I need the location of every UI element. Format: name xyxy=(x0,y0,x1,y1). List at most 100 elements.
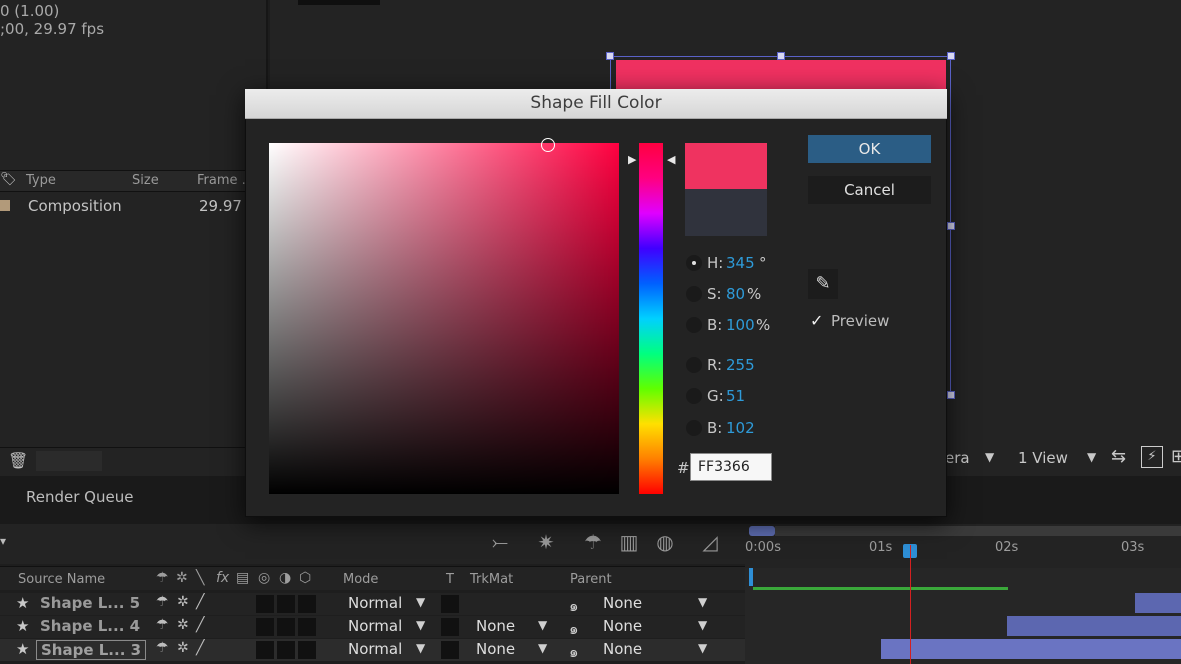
parent-dropdown[interactable]: None xyxy=(603,594,642,612)
shy-icon[interactable]: ☂ xyxy=(156,617,169,633)
layer-mode-dropdown[interactable]: Normal xyxy=(348,617,402,635)
collapse-switch-icon[interactable]: ✲ xyxy=(176,570,188,586)
layer-track-area[interactable] xyxy=(745,568,1181,664)
hue-slider-arrow-right-icon[interactable]: ▶ xyxy=(628,153,636,166)
transform-handle[interactable] xyxy=(947,52,955,60)
grid-icon[interactable]: ⊞ xyxy=(1171,446,1181,467)
preserve-transparency-toggle[interactable] xyxy=(441,595,459,613)
draft-3d-icon[interactable]: ✷ xyxy=(533,529,559,555)
switch-cell[interactable] xyxy=(277,595,295,613)
column-trkmat[interactable]: TrkMat xyxy=(470,572,513,587)
switch-cell[interactable] xyxy=(298,595,316,613)
composition-flowchart-icon[interactable]: ⤚ xyxy=(487,529,513,555)
hue-value[interactable]: 345 xyxy=(726,254,755,272)
collapse-icon[interactable]: ✲ xyxy=(177,594,189,610)
quality-icon[interactable]: ╱ xyxy=(196,594,204,610)
transform-handle[interactable] xyxy=(777,52,785,60)
layer-name[interactable]: Shape L... 3 xyxy=(36,640,147,660)
cancel-button[interactable]: Cancel xyxy=(808,176,931,204)
layer-name[interactable]: Shape L... 4 xyxy=(40,617,140,635)
tab-render-queue[interactable]: Render Queue xyxy=(26,488,133,506)
quality-icon[interactable]: ╱ xyxy=(196,617,204,633)
shy-icon[interactable]: ☂ xyxy=(156,640,169,656)
brightness-radio[interactable] xyxy=(686,317,702,333)
green-radio[interactable] xyxy=(686,388,702,404)
column-source-name[interactable]: Source Name xyxy=(18,572,105,587)
work-area-start[interactable] xyxy=(749,526,775,536)
fast-previews-icon[interactable]: ⚡ xyxy=(1141,446,1163,468)
preserve-transparency-toggle[interactable] xyxy=(441,641,459,659)
chevron-down-icon[interactable]: ▼ xyxy=(416,641,425,655)
quality-icon[interactable]: ╱ xyxy=(196,640,204,656)
saturation-brightness-field[interactable] xyxy=(269,143,619,494)
switch-cell[interactable] xyxy=(298,641,316,659)
timeline-layer-row-selected[interactable]: ★ Shape L... 3 ☂ ✲ ╱ Normal ▼ None ▼ ๑ N… xyxy=(0,639,745,661)
color-picker-cursor[interactable] xyxy=(541,138,555,152)
motion-blur-icon[interactable]: ◍ xyxy=(652,529,678,555)
hue-slider-arrow-left-icon[interactable]: ◀ xyxy=(667,153,675,166)
viewer-tab[interactable] xyxy=(298,0,380,5)
column-size[interactable]: Size xyxy=(132,173,159,188)
time-ruler[interactable]: 0:00s 01s 02s 03s xyxy=(745,524,1181,568)
shy-icon[interactable]: ☂ xyxy=(156,594,169,610)
hex-color-input[interactable] xyxy=(690,453,772,481)
transform-handle[interactable] xyxy=(606,52,614,60)
collapse-icon[interactable]: ✲ xyxy=(177,617,189,633)
switch-cell[interactable] xyxy=(256,641,274,659)
quality-switch-icon[interactable]: ╲ xyxy=(196,570,204,586)
layer-mode-dropdown[interactable]: Normal xyxy=(348,640,402,658)
pickwhip-icon[interactable]: ๑ xyxy=(569,640,579,664)
chevron-down-icon[interactable]: ▼ xyxy=(698,618,707,632)
chevron-down-icon[interactable]: ▼ xyxy=(416,618,425,632)
effects-switch-icon[interactable]: fx xyxy=(216,570,229,586)
brightness-value[interactable]: 100 xyxy=(726,316,755,334)
transform-handle[interactable] xyxy=(947,222,955,230)
layer-duration-bar[interactable] xyxy=(1135,593,1181,613)
hue-slider[interactable] xyxy=(639,143,663,494)
column-type[interactable]: Type xyxy=(26,173,56,188)
toggle-pixel-aspect-icon[interactable]: ⇆ xyxy=(1111,446,1126,467)
trkmat-dropdown[interactable]: None xyxy=(476,617,515,635)
switch-cell[interactable] xyxy=(256,595,274,613)
saturation-radio[interactable] xyxy=(686,286,702,302)
chevron-down-icon[interactable]: ▾ xyxy=(0,534,6,548)
column-t[interactable]: T xyxy=(446,572,454,587)
transform-handle[interactable] xyxy=(947,391,955,399)
parent-dropdown[interactable]: None xyxy=(603,640,642,658)
eyedropper-icon[interactable]: ✎ xyxy=(808,269,838,299)
chevron-down-icon[interactable]: ▼ xyxy=(538,618,547,632)
in-point-marker[interactable] xyxy=(749,568,753,586)
layer-mode-dropdown[interactable]: Normal xyxy=(348,594,402,612)
trkmat-dropdown[interactable]: None xyxy=(476,640,515,658)
view-layout-dropdown[interactable]: 1 View xyxy=(1018,449,1068,467)
chevron-down-icon[interactable]: ▼ xyxy=(985,450,994,464)
work-area-bar[interactable] xyxy=(775,526,1181,536)
column-mode[interactable]: Mode xyxy=(343,572,378,587)
layer-duration-bar[interactable] xyxy=(1007,616,1181,636)
motion-blur-switch-icon[interactable]: ◎ xyxy=(258,570,270,586)
shy-switch-icon[interactable]: ☂ xyxy=(156,570,169,586)
blue-radio[interactable] xyxy=(686,420,702,436)
graph-editor-icon[interactable]: ◿ xyxy=(697,529,723,555)
collapse-icon[interactable]: ✲ xyxy=(177,640,189,656)
parent-dropdown[interactable]: None xyxy=(603,617,642,635)
switch-cell[interactable] xyxy=(277,618,295,636)
pickwhip-icon[interactable]: ๑ xyxy=(569,594,579,618)
frame-blending-icon[interactable]: ▥ xyxy=(616,529,642,555)
hide-shy-layers-icon[interactable]: ☂ xyxy=(580,529,606,555)
camera-dropdown[interactable]: era xyxy=(945,449,970,467)
switch-cell[interactable] xyxy=(298,618,316,636)
layer-name[interactable]: Shape L... 5 xyxy=(40,594,140,612)
hue-radio[interactable] xyxy=(686,255,702,271)
timeline-layer-row[interactable]: ★ Shape L... 4 ☂ ✲ ╱ Normal ▼ None ▼ ๑ N… xyxy=(0,616,745,638)
pickwhip-icon[interactable]: ๑ xyxy=(569,617,579,641)
chevron-down-icon[interactable]: ▼ xyxy=(1087,450,1096,464)
switch-cell[interactable] xyxy=(256,618,274,636)
project-item-row[interactable]: Composition 29.97 xyxy=(0,195,268,217)
layer-duration-bar[interactable] xyxy=(881,639,1181,659)
red-radio[interactable] xyxy=(686,357,702,373)
3d-layer-switch-icon[interactable]: ⬡ xyxy=(299,570,311,586)
chevron-down-icon[interactable]: ▼ xyxy=(416,595,425,609)
chevron-down-icon[interactable]: ▼ xyxy=(538,641,547,655)
chevron-down-icon[interactable]: ▼ xyxy=(698,641,707,655)
